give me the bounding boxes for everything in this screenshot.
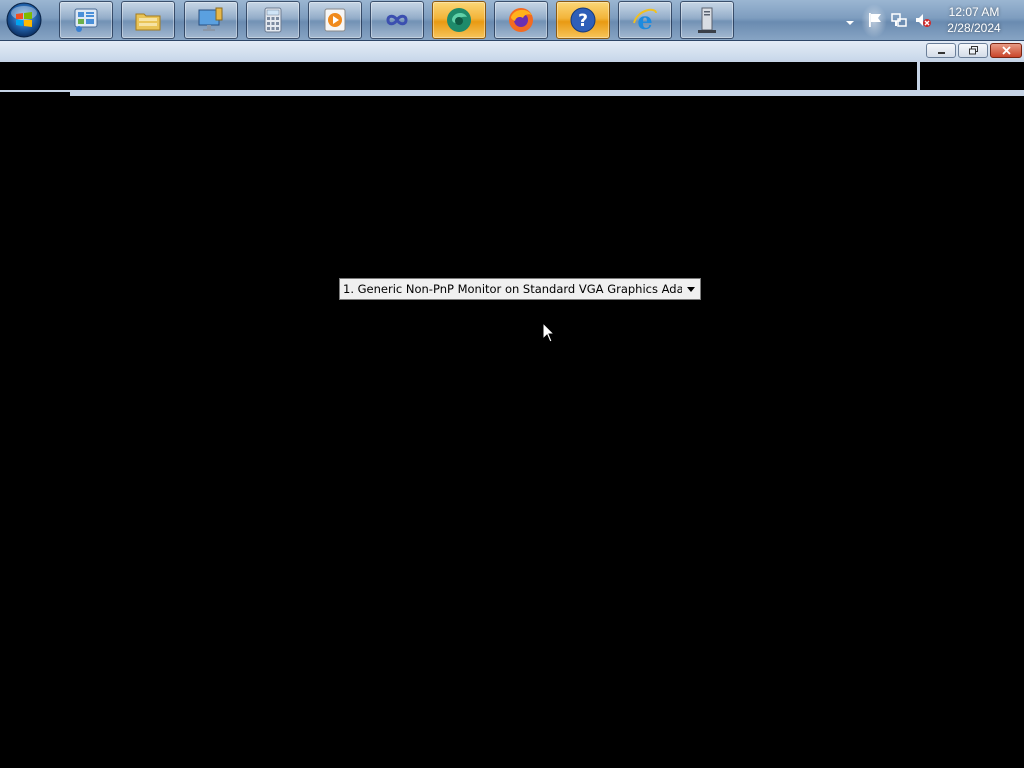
show-hidden-icons-chevron[interactable]: [844, 14, 856, 26]
chevron-down-icon: [846, 21, 854, 25]
toolbar-area: [0, 62, 918, 90]
taskbar-button-teal-app[interactable]: [432, 1, 486, 39]
toolbar-right-area: [920, 62, 1024, 90]
windows-logo-icon: [6, 2, 42, 38]
mouse-pointer-icon: [542, 321, 556, 344]
clock-date: 2/28/2024: [947, 21, 1001, 35]
taskbar-button-display[interactable]: [184, 1, 238, 39]
display-settings-icon: [198, 7, 223, 31]
window-title-bar: [0, 41, 1024, 60]
server-icon: [698, 7, 716, 33]
folder-icon: [135, 13, 161, 31]
taskbar-button-server[interactable]: [680, 1, 734, 39]
monitor-select-value: 1. Generic Non-PnP Monitor on Standard V…: [343, 282, 682, 296]
firefox-icon: [509, 8, 533, 32]
taskbar-button-media-player[interactable]: [308, 1, 362, 39]
control-panel-icon: [74, 8, 98, 32]
internet-explorer-icon: e: [633, 6, 657, 35]
close-button[interactable]: [990, 43, 1022, 58]
restore-icon: [968, 46, 978, 55]
taskbar-button-explorer[interactable]: [121, 1, 175, 39]
minimize-icon: [937, 52, 945, 54]
action-center-flag-icon[interactable]: [866, 11, 884, 29]
taskbar-button-help[interactable]: ?: [556, 1, 610, 39]
infinity-app-icon: [386, 14, 408, 26]
taskbar-button-calculator[interactable]: [246, 1, 300, 39]
toolbar-bottom-edge: [70, 90, 1024, 96]
toolbar-bottom-left: [0, 90, 70, 94]
teal-app-icon: [447, 8, 471, 32]
network-icon[interactable]: [890, 11, 908, 29]
taskbar-button-infinity-app[interactable]: [370, 1, 424, 39]
svg-text:?: ?: [578, 11, 588, 31]
taskbar-button-firefox[interactable]: [494, 1, 548, 39]
volume-muted-icon[interactable]: [914, 11, 932, 29]
taskbar-button-control-panel[interactable]: [59, 1, 113, 39]
restore-button[interactable]: [958, 43, 988, 58]
system-clock[interactable]: 12:07 AM 2/28/2024: [940, 4, 1008, 36]
help-icon: ?: [570, 7, 596, 33]
close-icon: [1001, 46, 1011, 55]
calculator-icon: [264, 7, 282, 33]
dropdown-arrow-icon[interactable]: [682, 279, 700, 299]
clock-time: 12:07 AM: [948, 5, 1000, 19]
minimize-button[interactable]: [926, 43, 956, 58]
start-button[interactable]: [4, 1, 44, 39]
taskbar-button-internet-explorer[interactable]: e: [618, 1, 672, 39]
media-player-icon: [324, 8, 346, 32]
taskbar: ? e 12:07 AM 2/28/2024: [0, 0, 1024, 41]
monitor-select-dropdown[interactable]: 1. Generic Non-PnP Monitor on Standard V…: [339, 278, 701, 300]
